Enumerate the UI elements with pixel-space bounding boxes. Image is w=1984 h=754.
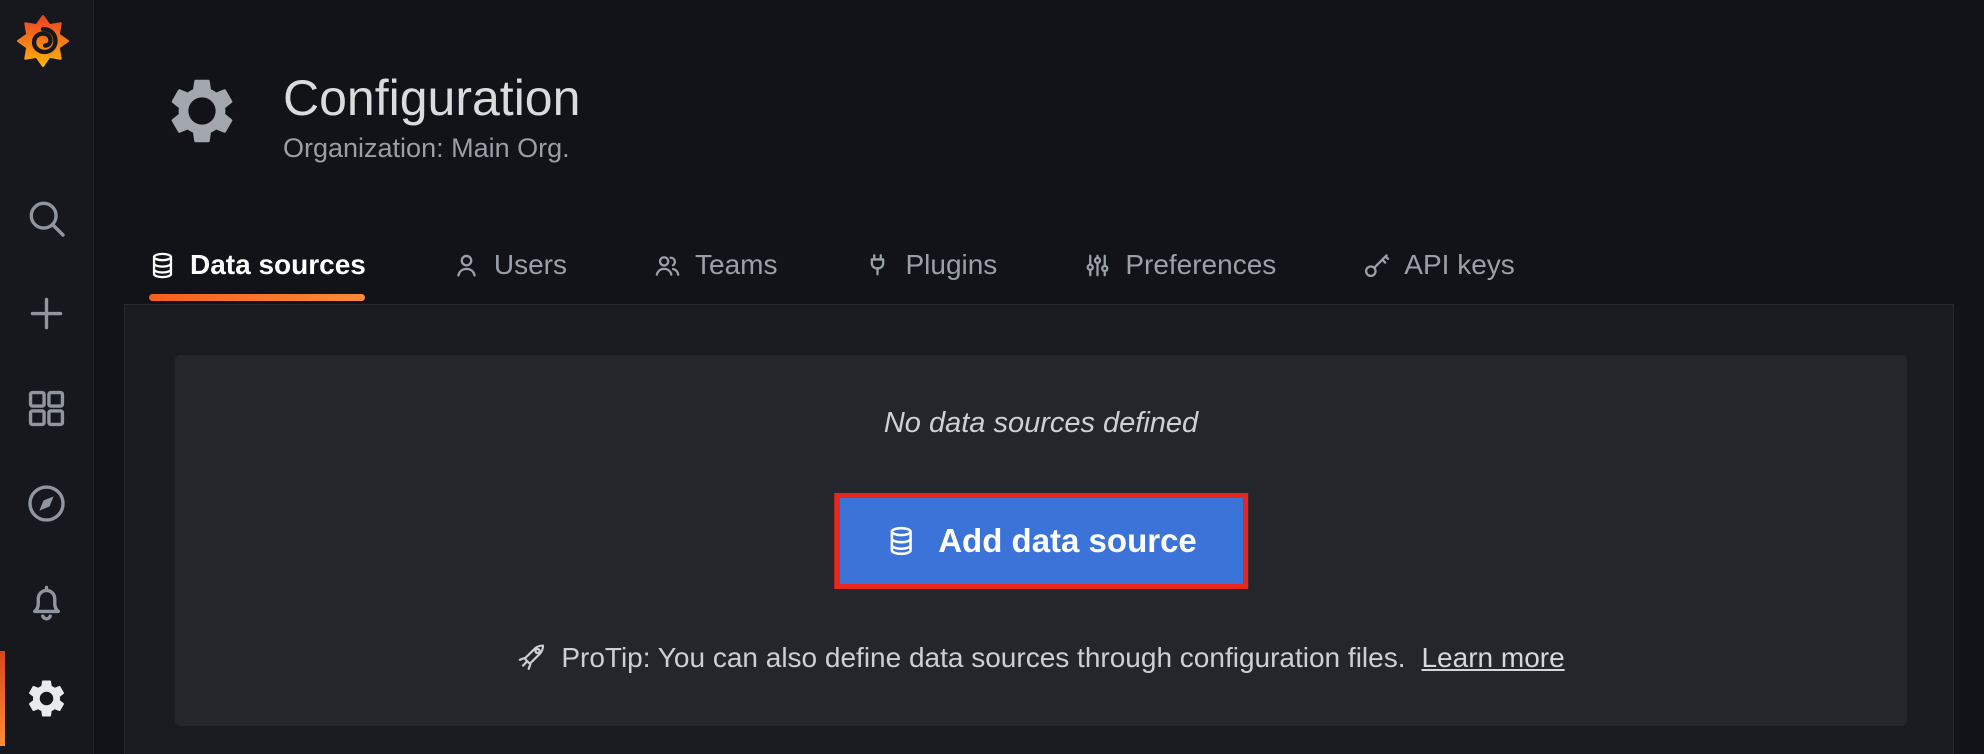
- search-icon: [24, 196, 69, 241]
- rocket-icon: [517, 643, 548, 674]
- tab-plugins[interactable]: Plugins: [863, 242, 997, 288]
- tab-teams[interactable]: Teams: [653, 242, 777, 288]
- grafana-logo[interactable]: [17, 15, 69, 67]
- protip-text: ProTip: You can also define data sources…: [561, 642, 1405, 674]
- users-icon: [653, 251, 682, 280]
- tab-api-keys[interactable]: API keys: [1362, 242, 1514, 288]
- user-icon: [452, 251, 481, 280]
- sliders-icon: [1083, 251, 1112, 280]
- configuration-gear-icon: [163, 72, 241, 150]
- gear-icon: [24, 676, 69, 721]
- empty-state-message: No data sources defined: [175, 407, 1907, 440]
- sidebar-nav-top: [0, 171, 93, 551]
- tab-label: Teams: [695, 249, 777, 281]
- sidebar-item-configuration[interactable]: [0, 651, 93, 746]
- tab-bar: Data sources Users Teams Plugins: [148, 242, 1515, 288]
- key-icon: [1362, 251, 1391, 280]
- plus-icon: [24, 291, 69, 336]
- content-wrapper: No data sources defined Add data source: [124, 304, 1954, 754]
- bell-icon: [24, 581, 69, 626]
- add-data-source-button[interactable]: Add data source: [839, 498, 1243, 584]
- tab-users[interactable]: Users: [452, 242, 567, 288]
- database-icon: [885, 525, 917, 557]
- highlight-box: Add data source: [834, 493, 1248, 589]
- page-header-text: Configuration Organization: Main Org.: [283, 70, 580, 164]
- sidebar-item-alerting[interactable]: [0, 556, 93, 651]
- page-header: Configuration Organization: Main Org.: [163, 70, 580, 164]
- tab-label: Data sources: [190, 249, 366, 281]
- tab-label: Preferences: [1125, 249, 1276, 281]
- sidebar-item-create[interactable]: [0, 266, 93, 361]
- tab-preferences[interactable]: Preferences: [1083, 242, 1276, 288]
- tab-label: API keys: [1404, 249, 1514, 281]
- grafana-configuration-page: Configuration Organization: Main Org. Da…: [0, 0, 1984, 754]
- grafana-logo-icon: [17, 15, 69, 67]
- tab-data-sources[interactable]: Data sources: [148, 242, 366, 288]
- sidebar: [0, 0, 94, 754]
- sidebar-nav-bottom: [0, 556, 93, 746]
- plug-icon: [863, 251, 892, 280]
- page-subtitle: Organization: Main Org.: [283, 133, 580, 164]
- sidebar-item-explore[interactable]: [0, 456, 93, 551]
- page-title: Configuration: [283, 70, 580, 126]
- sidebar-item-search[interactable]: [0, 171, 93, 266]
- learn-more-link[interactable]: Learn more: [1421, 642, 1564, 674]
- dashboards-grid-icon: [24, 386, 69, 431]
- empty-datasources-card: No data sources defined Add data source: [175, 355, 1907, 726]
- tab-label: Plugins: [905, 249, 997, 281]
- add-data-source-label: Add data source: [938, 522, 1197, 560]
- sidebar-item-dashboards[interactable]: [0, 361, 93, 456]
- compass-icon: [24, 481, 69, 526]
- database-icon: [148, 251, 177, 280]
- tab-label: Users: [494, 249, 567, 281]
- protip-row: ProTip: You can also define data sources…: [175, 642, 1907, 674]
